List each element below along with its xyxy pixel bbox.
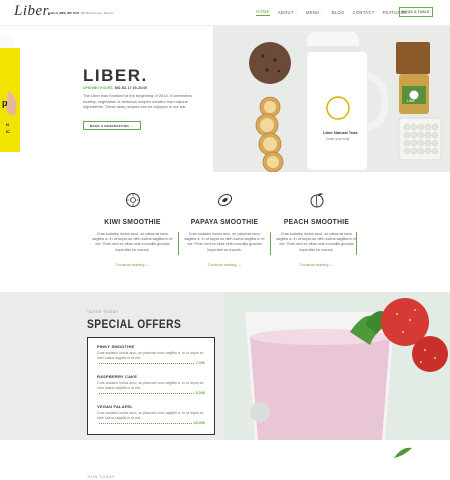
offer-text: Cras sodales luctus arcu, ac placerat nu…	[97, 351, 204, 360]
svg-text:N: N	[6, 122, 9, 127]
offer-price: 7,00€	[195, 361, 205, 365]
offer-item: RASPBERRY CAKE Cras sodales luctus arcu,…	[97, 374, 205, 395]
papaya-icon	[217, 193, 232, 207]
continue-reading-link[interactable]: Continue reading →	[300, 263, 334, 267]
offers-panel: TASTE TODAY SPECIAL OFFERS PINKY SMOOTHI…	[0, 292, 225, 440]
continue-reading-link[interactable]: Continue reading →	[208, 263, 242, 267]
header-contact: Call Us (805) 305 7047 784 Brown Lane, F…	[48, 11, 113, 15]
smoothie-card-papaya: PAPAYA SMOOTHIE Cras sodales luctus arcu…	[177, 192, 272, 271]
peach-icon	[310, 193, 323, 208]
offer-item: PINKY SMOOTHIE Cras sodales luctus arcu,…	[97, 344, 205, 365]
strawberry-smoothie-illustration	[225, 292, 450, 440]
offers-eyebrow: TASTE TODAY	[87, 310, 119, 314]
nav-home[interactable]: HOME	[256, 9, 270, 16]
hero-product-image: Liber Natural Teas Cover your body Liber	[213, 26, 450, 173]
offer-price: 25,00€	[193, 421, 205, 425]
smoothies-section: KIWI SMOOTHIE Cras sodales luctus arcu, …	[0, 172, 450, 292]
chevron-down-icon: ⌄	[294, 10, 298, 15]
book-table-button[interactable]: BOOK A TABLE	[399, 7, 433, 17]
chevron-down-icon: ⌄	[320, 10, 324, 15]
arrow-right-icon: →	[145, 262, 150, 267]
hero-description: The Liber was founded at the beginning o…	[83, 93, 192, 109]
nav-menu[interactable]: MENU ⌄	[306, 9, 324, 16]
special-offers-section: TASTE TODAY SPECIAL OFFERS PINKY SMOOTHI…	[0, 292, 450, 440]
site-logo[interactable]: Liber.	[14, 3, 52, 20]
offers-menu-box: PINKY SMOOTHIE Cras sodales luctus arcu,…	[87, 337, 215, 435]
offers-title: SPECIAL OFFERS	[87, 317, 182, 331]
contact-phone: Call Us (805) 305 7047	[48, 11, 80, 15]
arrow-right-icon: →	[130, 123, 135, 128]
card-divider	[356, 232, 357, 255]
offer-text: Cras sodales luctus arcu, ac placerat nu…	[97, 411, 204, 420]
jar-label: Liber	[407, 99, 416, 103]
nav-blog[interactable]: BLOG	[332, 9, 345, 16]
smoothie-title: PAPAYA SMOOTHIE	[190, 217, 259, 226]
offer-item: VEGAN FALAFEL Cras sodales luctus arcu, …	[97, 404, 205, 425]
offer-text: Cras sodales luctus arcu, ac placerat nu…	[97, 381, 204, 390]
arrow-right-icon: →	[237, 262, 242, 267]
continue-reading-link[interactable]: Continue reading →	[116, 263, 150, 267]
contact-address: 784 Brown Lane, France	[80, 11, 114, 15]
leaf-decoration	[394, 447, 412, 458]
site-header: Liber. Call Us (805) 305 7047 784 Brown …	[0, 0, 450, 26]
kiwi-icon	[125, 193, 140, 207]
hero-title: LIBER.	[83, 66, 148, 85]
join-section: JOIN TODAY	[0, 440, 450, 480]
hero-left: p N IC LIBER. OPENING HOURS: MO-SA 17:00…	[0, 26, 213, 172]
teapot-tagline: Cover your body	[326, 137, 350, 141]
make-reservation-button[interactable]: MAKE A RESERVATION →	[83, 121, 141, 130]
hero-section: p N IC LIBER. OPENING HOURS: MO-SA 17:00…	[0, 26, 450, 173]
join-eyebrow: JOIN TODAY	[87, 475, 115, 479]
svg-text:p: p	[2, 98, 8, 108]
opening-hours: OPENING HOURS: MO-SA 17:00-23:00	[83, 86, 148, 90]
teapot-brand: Liber Natural Teas	[323, 130, 358, 135]
main-nav: HOME ABOUT ⌄ MENU ⌄ BLOG CONTACT FEATURES ⌄	[256, 9, 411, 16]
smoothie-text: Cras sodales luctus arcu, ac placerat nu…	[276, 232, 357, 252]
smoothie-text: Cras sodales luctus arcu, ac placerat nu…	[184, 232, 265, 252]
svg-text:IC: IC	[6, 129, 10, 134]
smoothie-title: PEACH SMOOTHIE	[283, 217, 350, 226]
smoothie-title: KIWI SMOOTHIE	[104, 217, 161, 226]
offer-price: 5,00€	[195, 391, 205, 395]
arrow-right-icon: →	[329, 262, 334, 267]
nav-about[interactable]: ABOUT ⌄	[278, 9, 298, 16]
smoothie-card-kiwi: KIWI SMOOTHIE Cras sodales luctus arcu, …	[85, 192, 180, 271]
smoothie-glass-image	[225, 292, 450, 440]
smoothie-text: Cras sodales luctus arcu, ac placerat nu…	[92, 232, 173, 252]
tea-products-illustration: Liber Natural Teas Cover your body Liber	[249, 32, 442, 173]
nav-contact[interactable]: CONTACT	[353, 9, 375, 16]
smoothie-card-peach: PEACH SMOOTHIE Cras sodales luctus arcu,…	[269, 192, 364, 271]
coffee-cup-image: p N IC	[0, 36, 20, 152]
